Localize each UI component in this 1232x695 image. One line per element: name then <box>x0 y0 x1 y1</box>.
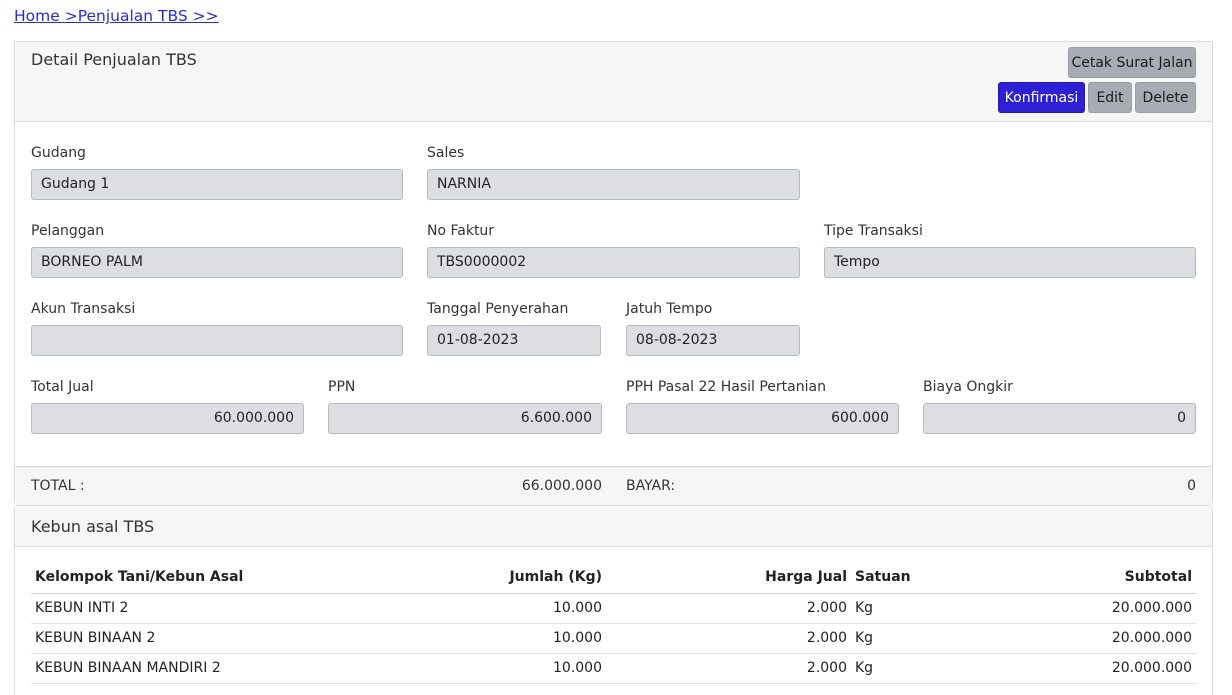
akun-transaksi-label: Akun Transaksi <box>31 301 136 317</box>
table-row: KEBUN INTI 2 10.000 2.000 Kg 20.000.000 <box>31 593 1196 624</box>
gudang-field[interactable]: Gudang 1 <box>31 169 403 200</box>
pph-field[interactable]: 600.000 <box>626 403 899 434</box>
total-value: 66.000.000 <box>521 478 602 494</box>
pelanggan-field[interactable]: BORNEO PALM <box>31 247 403 278</box>
total-jual-field[interactable]: 60.000.000 <box>31 403 304 434</box>
total-footer: TOTAL : 66.000.000 BAYAR: 0 <box>15 466 1212 505</box>
jatuh-tempo-label: Jatuh Tempo <box>626 301 713 317</box>
kebun-title: Kebun asal TBS <box>31 517 155 536</box>
edit-button[interactable]: Edit <box>1088 82 1132 113</box>
cell-jumlah: 10.000 <box>371 623 606 654</box>
table-header-row: Kelompok Tani/Kebun Asal Jumlah (Kg) Har… <box>31 562 1196 594</box>
pelanggan-label: Pelanggan <box>31 223 105 239</box>
kebun-card-header: Kebun asal TBS <box>15 506 1212 547</box>
tipe-transaksi-label: Tipe Transaksi <box>824 223 923 239</box>
cell-satuan: Kg <box>851 623 941 654</box>
column-header-harga: Harga Jual <box>606 562 851 594</box>
cell-harga: 2.000 <box>606 623 851 654</box>
pph-label: PPH Pasal 22 Hasil Pertanian <box>626 379 826 395</box>
ppn-label: PPN <box>328 379 356 395</box>
tanggal-penyerahan-field[interactable]: 01-08-2023 <box>427 325 601 356</box>
akun-transaksi-field[interactable] <box>31 325 403 356</box>
total-jual-label: Total Jual <box>31 379 94 395</box>
cell-harga: 2.000 <box>606 593 851 624</box>
biaya-ongkir-label: Biaya Ongkir <box>923 379 1013 395</box>
gudang-label: Gudang <box>31 145 86 161</box>
breadcrumb[interactable]: Home >Penjualan TBS >> <box>14 7 219 25</box>
detail-card: Detail Penjualan TBS Cetak Surat Jalan K… <box>14 41 1213 505</box>
tipe-transaksi-field[interactable]: Tempo <box>824 247 1196 278</box>
cell-jumlah: 10.000 <box>371 593 606 624</box>
bayar-value: 0 <box>1187 478 1196 494</box>
sales-field[interactable]: NARNIA <box>427 169 800 200</box>
cetak-surat-jalan-button[interactable]: Cetak Surat Jalan <box>1068 47 1196 78</box>
table-row: KEBUN BINAAN 2 10.000 2.000 Kg 20.000.00… <box>31 623 1196 654</box>
kebun-card: Kebun asal TBS Kelompok Tani/Kebun Asal … <box>14 505 1213 695</box>
ppn-field[interactable]: 6.600.000 <box>328 403 602 434</box>
jatuh-tempo-field[interactable]: 08-08-2023 <box>626 325 800 356</box>
column-header-satuan: Satuan <box>851 562 941 594</box>
konfirmasi-button[interactable]: Konfirmasi <box>998 82 1085 113</box>
delete-button[interactable]: Delete <box>1135 82 1196 113</box>
sales-label: Sales <box>427 145 465 161</box>
kebun-table: Kelompok Tani/Kebun Asal Jumlah (Kg) Har… <box>31 562 1196 684</box>
cell-kebun: KEBUN INTI 2 <box>31 593 371 624</box>
cell-satuan: Kg <box>851 593 941 624</box>
cell-subtotal: 20.000.000 <box>941 623 1196 654</box>
cell-subtotal: 20.000.000 <box>941 593 1196 624</box>
bayar-label: BAYAR: <box>626 478 676 494</box>
no-faktur-label: No Faktur <box>427 223 495 239</box>
cell-kebun: KEBUN BINAAN 2 <box>31 623 371 654</box>
column-header-jumlah: Jumlah (Kg) <box>371 562 606 594</box>
page-title: Detail Penjualan TBS <box>31 50 197 69</box>
no-faktur-field[interactable]: TBS0000002 <box>427 247 800 278</box>
column-header-subtotal: Subtotal <box>941 562 1196 594</box>
biaya-ongkir-field[interactable]: 0 <box>923 403 1196 434</box>
tanggal-penyerahan-label: Tanggal Penyerahan <box>427 301 569 317</box>
total-label: TOTAL : <box>31 478 85 494</box>
detail-card-header: Detail Penjualan TBS Cetak Surat Jalan K… <box>15 42 1212 122</box>
column-header-kelompok: Kelompok Tani/Kebun Asal <box>31 562 371 594</box>
